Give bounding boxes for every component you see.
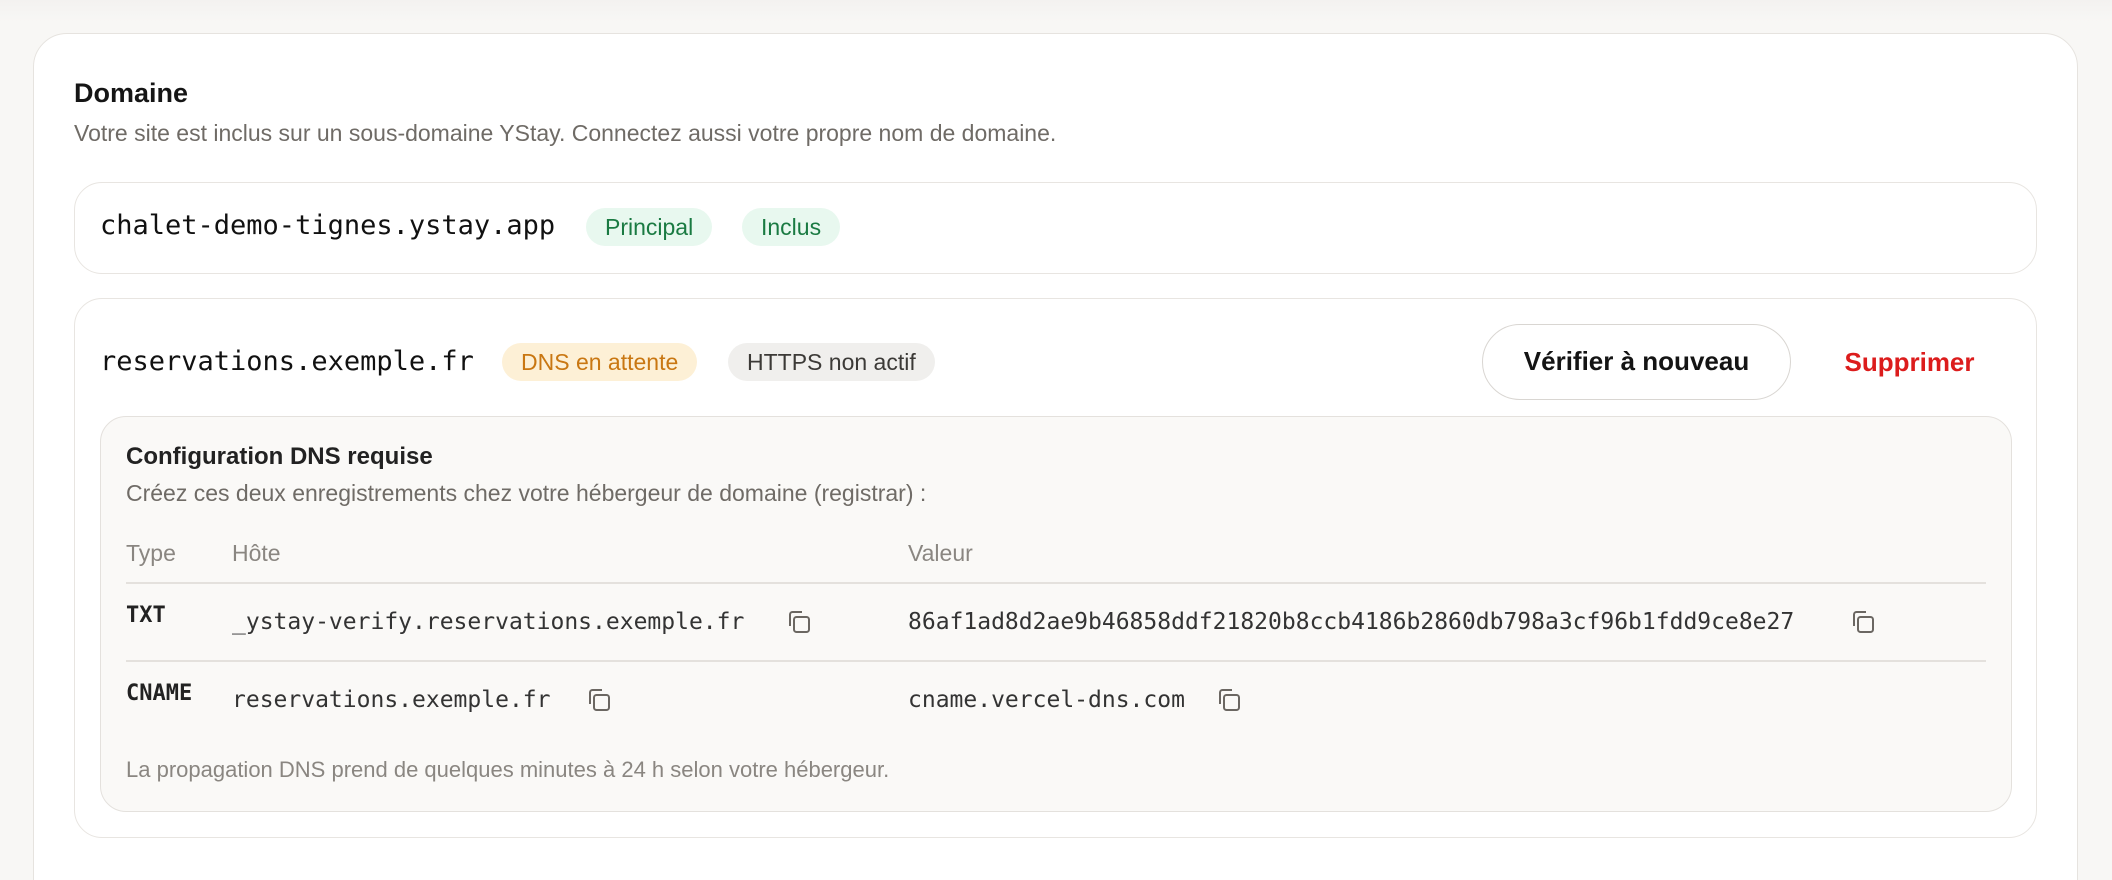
column-header-type: Type [126,540,176,566]
delete-domain-button[interactable]: Supprimer [1822,324,1997,400]
domain-settings-page: Domaine Votre site est inclus sur un sou… [0,0,2112,880]
dns-propagation-note: La propagation DNS prend de quelques min… [126,757,890,782]
badge-inclus: Inclus [742,208,841,246]
record-value-txt: 86af1ad8d2ae9b46858ddf21820b8ccb4186b286… [908,609,1795,635]
section-title: Domaine [74,78,189,108]
top-shadow [0,0,2112,22]
column-header-host: Hôte [232,540,281,566]
column-header-value: Valeur [908,540,973,566]
record-type-cname: CNAME [126,681,193,706]
record-host-cname: reservations.exemple.fr [232,687,551,713]
dns-status-badge: DNS en attente [502,343,698,381]
copy-icon[interactable] [1214,685,1244,715]
primary-domain-name: chalet-demo-tignes.ystay.app [100,210,556,241]
table-row-divider [126,660,1986,662]
dns-config-title: Configuration DNS requise [126,443,433,470]
copy-icon[interactable] [584,685,614,715]
record-value-cname: cname.vercel-dns.com [908,687,1185,713]
verify-again-button[interactable]: Vérifier à nouveau [1482,324,1791,400]
record-host-txt: _ystay-verify.reservations.exemple.fr [232,609,745,635]
copy-icon[interactable] [784,607,814,637]
custom-domain-name: reservations.exemple.fr [100,346,474,377]
https-status-badge: HTTPS non actif [728,343,935,381]
badge-principal: Principal [586,208,713,246]
section-description: Votre site est inclus sur un sous-domain… [74,120,1057,146]
dns-config-description: Créez ces deux enregistrements chez votr… [126,480,927,506]
copy-icon[interactable] [1848,607,1878,637]
record-type-txt: TXT [126,603,166,628]
table-divider [126,582,1986,584]
